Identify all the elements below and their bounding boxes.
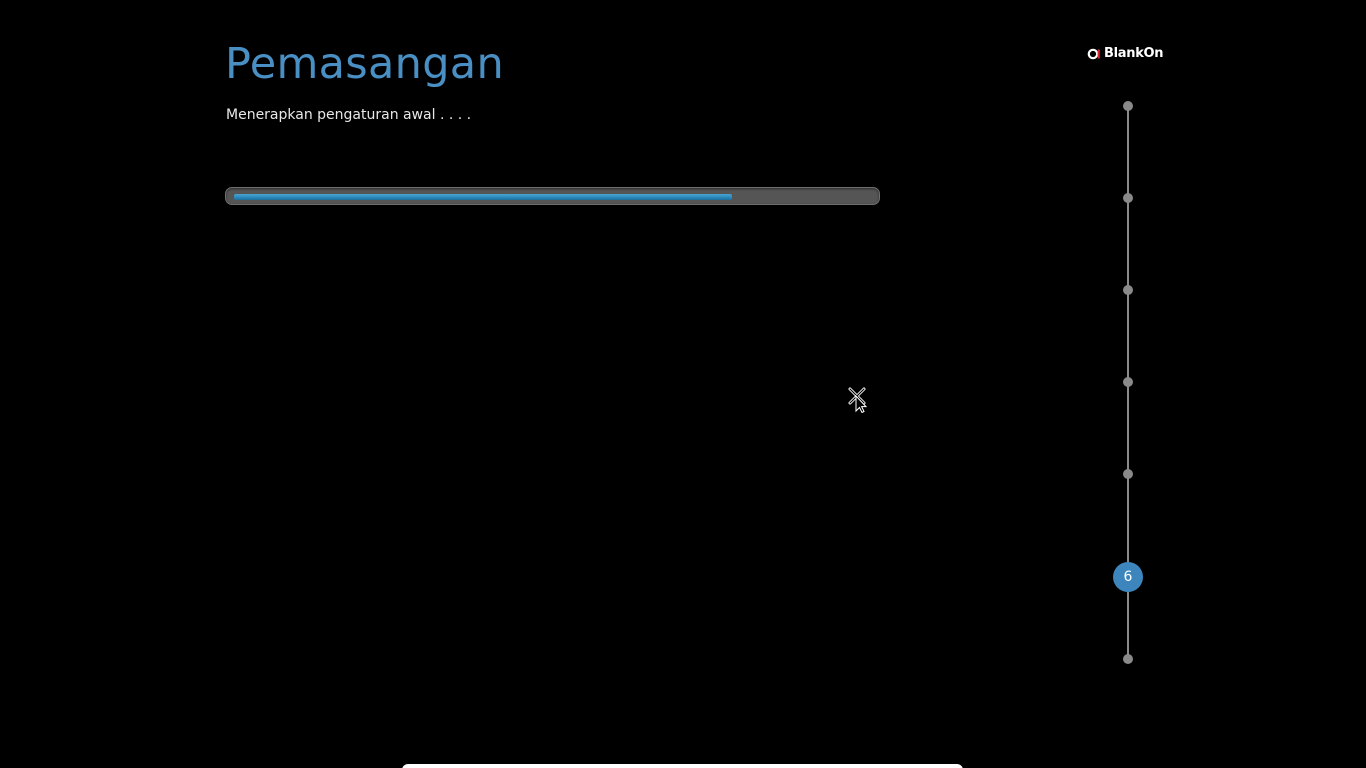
brand-name: BlankOn — [1104, 45, 1164, 61]
step-dot — [1123, 193, 1133, 203]
current-step-indicator: 6 — [1113, 562, 1143, 592]
step-dot — [1123, 654, 1133, 664]
brand-logo: BlankOn — [1087, 44, 1164, 62]
step-dot — [1123, 469, 1133, 479]
step-dot — [1123, 285, 1133, 295]
blankon-logo-icon — [1087, 46, 1101, 60]
step-dot — [1123, 377, 1133, 387]
status-text: Menerapkan pengaturan awal . . . . — [226, 107, 472, 123]
installer-screen: Pemasangan Menerapkan pengaturan awal . … — [0, 0, 1366, 768]
progress-bar — [225, 187, 880, 205]
bottom-panel-edge — [402, 764, 963, 768]
step-dot — [1123, 101, 1133, 111]
mouse-cursor-icon — [847, 387, 869, 414]
page-title: Pemasangan — [225, 39, 504, 89]
progress-fill — [234, 194, 732, 200]
